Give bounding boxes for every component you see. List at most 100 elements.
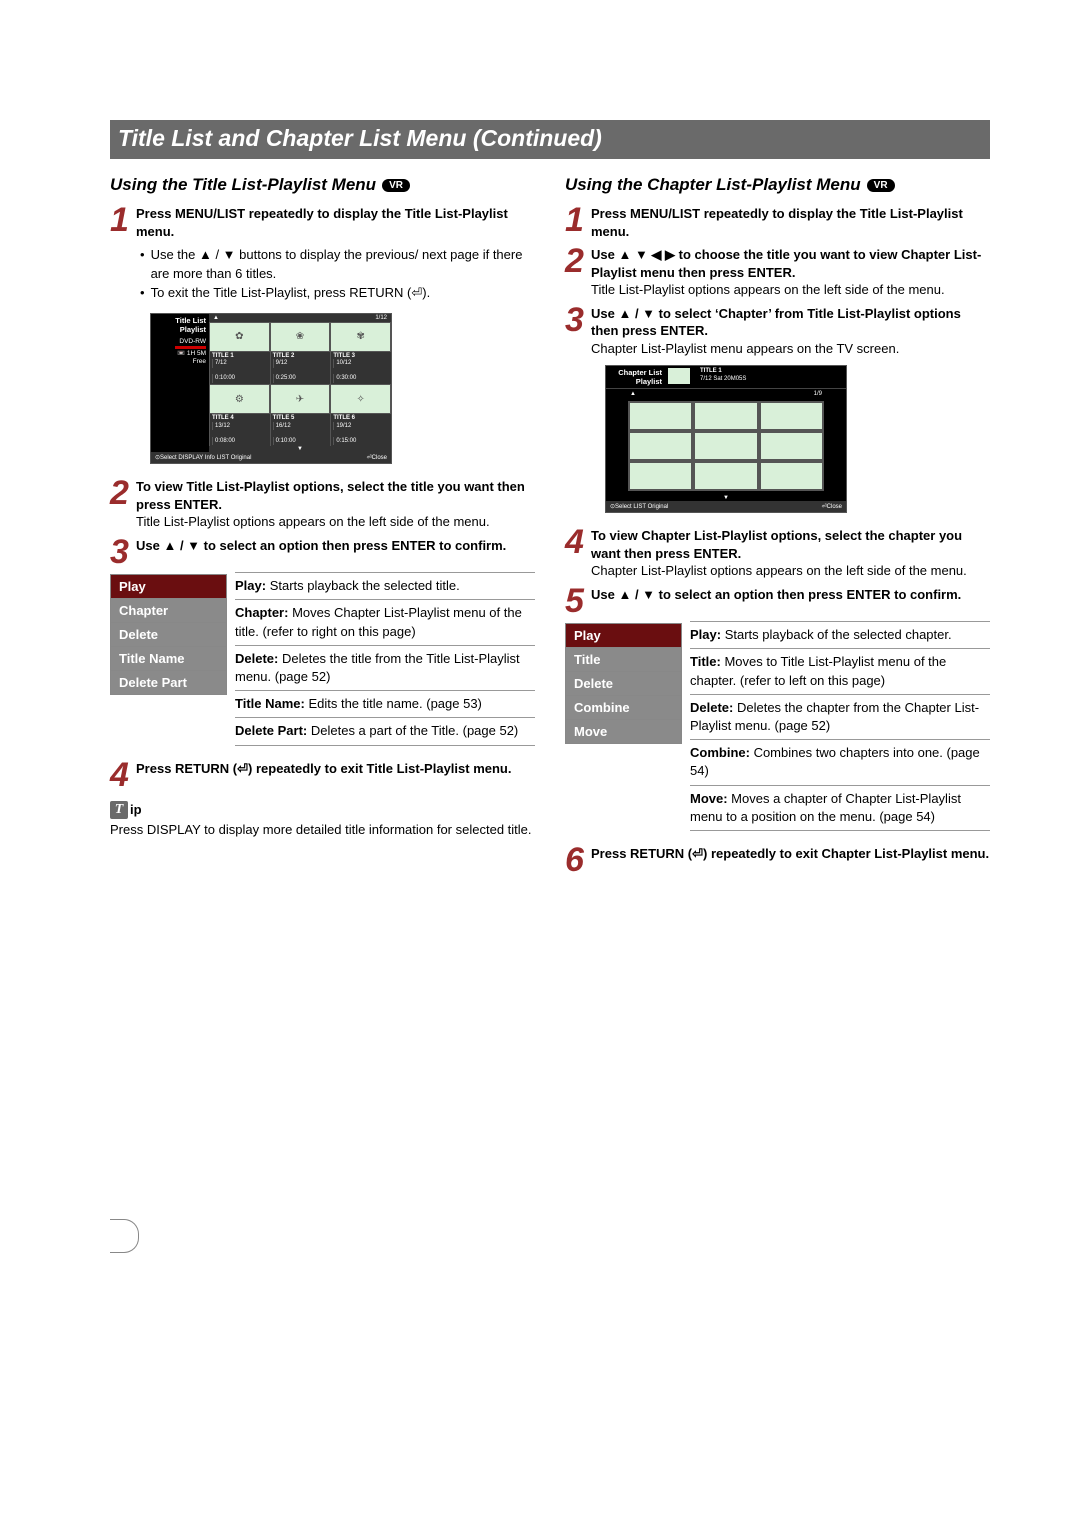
osd-chap-head-thumb xyxy=(668,368,690,384)
step-1-text: Press MENU/LIST repeatedly to display th… xyxy=(136,206,508,239)
desc-play-b: Play: xyxy=(690,627,721,642)
osd-chap-thumb xyxy=(630,433,691,459)
menu-item-play: Play xyxy=(566,624,681,648)
step-r4-bold: To view Chapter List-Playlist options, s… xyxy=(591,528,962,561)
step-3: 3 Use ▲ / ▼ to select an option then pre… xyxy=(110,537,535,566)
osd-tname: TITLE 5 xyxy=(273,415,295,421)
menu-item-delete: Delete xyxy=(111,623,226,647)
osd-title-list: Title List Playlist DVD-RW 📼 1H 5M Free … xyxy=(150,313,535,465)
section-title-chapter-list: Using the Chapter List-Playlist Menu VR xyxy=(565,175,990,195)
osd-thumbnail: ✈ xyxy=(271,385,330,413)
step-r4: 4 To view Chapter List-Playlist options,… xyxy=(565,527,990,580)
manual-page: Title List and Chapter List Menu (Contin… xyxy=(0,0,1080,1313)
osd-thumbnail: ✾ xyxy=(331,323,390,351)
bullet-prevnext: Use the ▲ / ▼ buttons to display the pre… xyxy=(151,246,535,284)
desc-delete-t: Deletes the chapter from the Chapter Lis… xyxy=(690,700,979,733)
step-2-text: Title List-Playlist options appears on t… xyxy=(136,514,490,529)
osd-thumbnail: ⚙ xyxy=(210,385,269,413)
menu-item-chapter: Chapter xyxy=(111,599,226,623)
osd-tname: TITLE 2 xyxy=(273,353,295,359)
step-number-1: 1 xyxy=(110,207,132,234)
osd-tname: TITLE 3 xyxy=(333,353,355,359)
step-r4-text: Chapter List-Playlist options appears on… xyxy=(591,563,967,578)
step-r3-bold: Use ▲ / ▼ to select ‘Chapter’ from Title… xyxy=(591,306,961,339)
step-r2-bold: Use ▲ ▼ ◀ ▶ to choose the title you want… xyxy=(591,247,981,280)
osd-chap-side-title: Chapter List Playlist xyxy=(610,368,662,386)
section-title-text: Using the Title List-Playlist Menu xyxy=(110,175,376,195)
step-number-1: 1 xyxy=(565,207,587,234)
step-4: 4 Press RETURN (⏎) repeatedly to exit Ti… xyxy=(110,760,535,789)
step-r6-bold: Press RETURN (⏎) repeatedly to exit Chap… xyxy=(591,846,989,861)
menu-item-play: Play xyxy=(111,575,226,599)
page-header-bar: Title List and Chapter List Menu (Contin… xyxy=(110,120,990,159)
menu-item-title: Title xyxy=(566,648,681,672)
step-number-3: 3 xyxy=(565,307,587,334)
step-number-4: 4 xyxy=(565,529,587,556)
osd-chap-thumb xyxy=(695,403,756,429)
tip-text: Press DISPLAY to display more detailed t… xyxy=(110,821,535,839)
desc-move-t: Moves a chapter of Chapter List-Playlist… xyxy=(690,791,961,824)
step-r3-text: Chapter List-Playlist menu appears on th… xyxy=(591,341,899,356)
osd-chap-thumb xyxy=(695,463,756,489)
desc-move-b: Move: xyxy=(690,791,728,806)
section-title-text: Using the Chapter List-Playlist Menu xyxy=(565,175,861,195)
osd-footer-right: ⏎Close xyxy=(367,454,387,461)
menu-item-title-name: Title Name xyxy=(111,647,226,671)
up-arrow-icon: ▲ xyxy=(213,315,219,321)
vr-badge: VR xyxy=(867,179,895,192)
step-r1: 1 Press MENU/LIST repeatedly to display … xyxy=(565,205,990,240)
bullet-exit: To exit the Title List-Playlist, press R… xyxy=(151,284,431,303)
down-arrow-icon: ▼ xyxy=(209,446,391,452)
desc-dpart-t: Deletes a part of the Title. (page 52) xyxy=(307,723,518,738)
desc-dpart-b: Delete Part: xyxy=(235,723,307,738)
step-r1-bold: Press MENU/LIST repeatedly to display th… xyxy=(591,206,963,239)
osd-chap-thumb xyxy=(761,433,822,459)
desc-delete-b: Delete: xyxy=(235,651,278,666)
option-descriptions: Play: Starts playback the selected title… xyxy=(235,572,535,749)
step-2-bold: To view Title List-Playlist options, sel… xyxy=(136,479,525,512)
step-number-6: 6 xyxy=(565,847,587,874)
tip-icon: T xyxy=(110,801,128,819)
osd-chap-title-info: 7/12 Sat 20M05S xyxy=(700,376,746,382)
step-number-3: 3 xyxy=(110,539,132,566)
osd-chapter-list: Chapter List Playlist TITLE 1 7/12 Sat 2… xyxy=(605,365,847,513)
osd-tname: TITLE 6 xyxy=(333,415,355,421)
column-right: Using the Chapter List-Playlist Menu VR … xyxy=(565,175,990,1253)
desc-play-t: Starts playback the selected title. xyxy=(266,578,460,593)
vr-badge: VR xyxy=(382,179,410,192)
step-2: 2 To view Title List-Playlist options, s… xyxy=(110,478,535,531)
osd-time: 0:15:00 xyxy=(333,437,389,446)
osd-date: 16/12 xyxy=(273,422,329,431)
osd-date: 19/12 xyxy=(333,422,389,431)
osd-date: 10/12 xyxy=(333,359,389,368)
page-number-frame xyxy=(110,1219,535,1253)
osd-chap-thumb xyxy=(761,463,822,489)
step-number-2: 2 xyxy=(110,480,132,507)
step-r3: 3 Use ▲ / ▼ to select ‘Chapter’ from Tit… xyxy=(565,305,990,358)
desc-tname-t: Edits the title name. (page 53) xyxy=(305,696,482,711)
osd-free-label: Free xyxy=(154,358,206,366)
step-r6: 6 Press RETURN (⏎) repeatedly to exit Ch… xyxy=(565,845,990,874)
desc-delete-b: Delete: xyxy=(690,700,733,715)
step-3-bold: Use ▲ / ▼ to select an option then press… xyxy=(136,538,506,553)
osd-bar-icon xyxy=(175,346,206,349)
osd-chap-thumb xyxy=(695,433,756,459)
desc-chapter-b: Chapter: xyxy=(235,605,288,620)
osd-side-title: Title List Playlist xyxy=(154,316,206,334)
osd-chap-thumb xyxy=(761,403,822,429)
up-arrow-icon: ▲ xyxy=(630,391,636,397)
step-number-4: 4 xyxy=(110,762,132,789)
osd-time: 0:25:00 xyxy=(273,374,329,383)
osd-chap-thumb xyxy=(630,463,691,489)
osd-tname: TITLE 4 xyxy=(212,415,234,421)
osd-page-indicator: 1/12 xyxy=(375,315,387,321)
osd-chap-thumb xyxy=(630,403,691,429)
step-r5: 5 Use ▲ / ▼ to select an option then pre… xyxy=(565,586,990,615)
osd-free-time: 1H 5M xyxy=(187,350,206,357)
step-1: 1 Press MENU/LIST repeatedly to display … xyxy=(110,205,535,240)
osd-time: 0:08:00 xyxy=(212,437,268,446)
osd-chap-page: 1/9 xyxy=(814,391,822,397)
osd-footer-left: ⊙Select DISPLAY Info LIST Original xyxy=(155,454,251,461)
desc-play-t: Starts playback of the selected chapter. xyxy=(721,627,952,642)
step-number-5: 5 xyxy=(565,588,587,615)
